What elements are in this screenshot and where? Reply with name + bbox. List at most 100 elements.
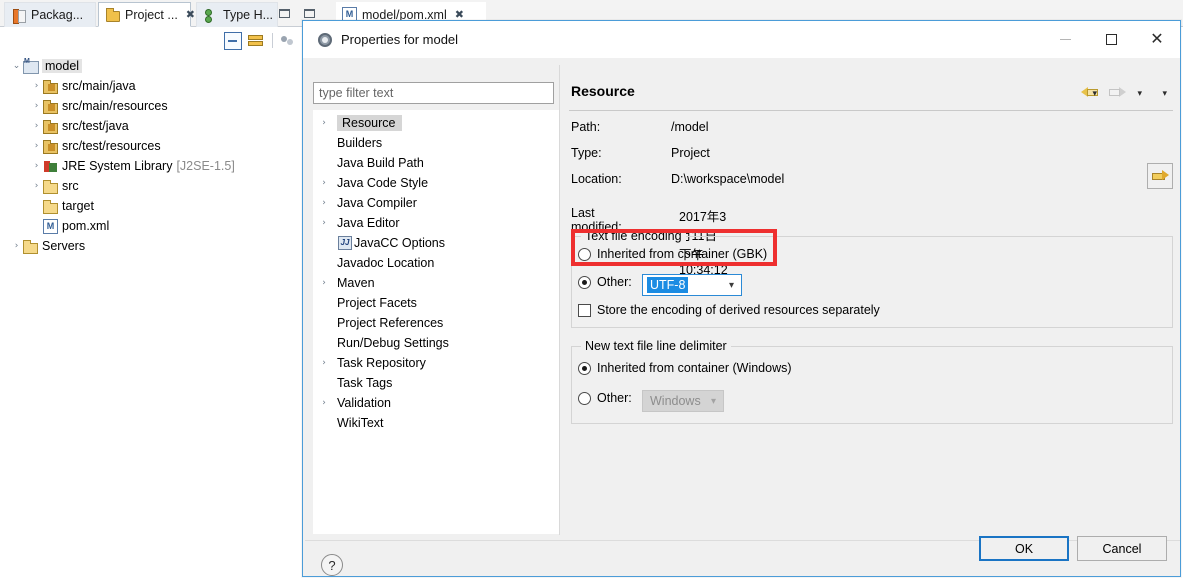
radio-icon[interactable] [578, 247, 591, 261]
page-item-label: Project Facets [337, 296, 417, 310]
page-item-project-facets[interactable]: Project Facets [314, 293, 417, 313]
chevron-right-icon[interactable]: › [314, 218, 334, 228]
tree-item-target[interactable]: target [30, 196, 94, 216]
help-button[interactable]: ? [321, 554, 343, 576]
tab-label: Project ... [125, 7, 178, 22]
tab-close-icon[interactable]: ✖ [186, 9, 195, 20]
chevron-right-icon[interactable]: › [30, 141, 43, 151]
tree-item-src-test-resources[interactable]: › src/test/resources [30, 136, 161, 156]
dialog-title-bar[interactable]: Properties for model ✕ [303, 21, 1180, 58]
tree-item-model[interactable]: ⌄ model [10, 56, 83, 76]
page-view-menu-icon[interactable]: ▾ [1162, 85, 1167, 99]
panel-divider [559, 65, 560, 535]
tree-item-label: src/main/java [62, 79, 136, 93]
property-value: D:\workspace\model [671, 172, 785, 186]
tree-item-pom-xml[interactable]: pom.xml [30, 216, 109, 236]
collapse-all-icon[interactable] [224, 32, 242, 50]
store-derived-encoding-checkbox[interactable]: Store the encoding of derived resources … [578, 303, 880, 317]
radio-label: Other: [597, 275, 632, 289]
chevron-right-icon[interactable]: › [314, 118, 334, 128]
chevron-down-icon[interactable]: ⌄ [10, 61, 23, 71]
property-key: Path: [571, 120, 601, 134]
chevron-right-icon[interactable]: › [30, 121, 43, 131]
page-item-builders[interactable]: Builders [314, 133, 382, 153]
chevron-right-icon[interactable]: › [30, 81, 43, 91]
edit-location-icon[interactable] [1147, 163, 1173, 189]
radio-icon[interactable] [578, 361, 591, 375]
delimiter-inherited-radio[interactable]: Inherited from container (Windows) [578, 361, 792, 375]
tree-item-src[interactable]: › src [30, 176, 79, 196]
page-item-label: Run/Debug Settings [337, 336, 449, 350]
page-item-label: Task Repository [337, 356, 426, 370]
chevron-right-icon[interactable]: › [30, 181, 43, 191]
tab-type-hierarchy[interactable]: Type H... [196, 2, 278, 27]
page-item-javadoc-location[interactable]: Javadoc Location [314, 253, 434, 273]
chevron-right-icon[interactable]: › [314, 198, 334, 208]
tab-project-explorer[interactable]: Project ... ✖ [98, 2, 195, 27]
forward-history-menu-icon[interactable]: ▾ [1137, 85, 1142, 99]
explorer-toolbar [0, 27, 299, 54]
chevron-right-icon[interactable]: › [30, 101, 43, 111]
encoding-inherited-radio[interactable]: Inherited from container (GBK) [578, 247, 767, 261]
checkbox-icon[interactable] [578, 303, 591, 317]
editor-tab-close-icon[interactable]: ✖ [455, 9, 464, 20]
tree-item-src-test-java[interactable]: › src/test/java [30, 116, 129, 136]
settings-page-tree[interactable]: › Resource Builders Java Build Path › Ja… [313, 110, 559, 534]
close-icon[interactable]: ✕ [1134, 21, 1180, 57]
tree-item-label: pom.xml [62, 219, 110, 233]
page-item-label: JavaCC Options [354, 236, 446, 250]
source-folder-icon [43, 139, 58, 154]
chevron-right-icon[interactable]: › [314, 178, 334, 188]
page-item-resource[interactable]: › Resource [314, 113, 402, 133]
source-folder-icon [43, 119, 58, 134]
minimize-icon[interactable] [1042, 21, 1088, 57]
chevron-down-icon[interactable]: ▾ [729, 280, 734, 291]
encoding-combo[interactable]: UTF-8 ▾ [642, 274, 742, 296]
back-history-menu-icon[interactable]: ▾ [1092, 85, 1097, 99]
dialog-title: Properties for model [341, 32, 459, 47]
chevron-right-icon[interactable]: › [30, 161, 43, 171]
tree-item-jre-system-library[interactable]: › JRE System Library [J2SE-1.5] [30, 156, 235, 176]
radio-icon[interactable] [578, 275, 591, 289]
dialog-page-list-panel: › Resource Builders Java Build Path › Ja… [305, 58, 559, 538]
chevron-right-icon[interactable]: › [314, 278, 334, 288]
page-item-wikitext[interactable]: WikiText [314, 413, 384, 433]
page-item-project-references[interactable]: Project References [314, 313, 443, 333]
page-item-validation[interactable]: › Validation [314, 393, 391, 413]
page-item-label: Java Editor [337, 216, 400, 230]
ok-button[interactable]: OK [979, 536, 1069, 561]
page-item-java-build-path[interactable]: Java Build Path [314, 153, 424, 173]
group-label: New text file line delimiter [581, 339, 731, 353]
page-item-java-editor[interactable]: › Java Editor [314, 213, 400, 233]
javacc-icon [338, 236, 352, 250]
page-item-javacc-options[interactable]: JavaCC Options [314, 233, 445, 253]
page-item-label: Javadoc Location [337, 256, 435, 270]
page-item-label: WikiText [337, 416, 384, 430]
encoding-other-radio[interactable]: Other: [578, 275, 632, 289]
page-item-task-tags[interactable]: Task Tags [314, 373, 392, 393]
maximize-icon[interactable] [1088, 21, 1134, 57]
page-item-maven[interactable]: › Maven [314, 273, 374, 293]
filter-input[interactable] [313, 82, 554, 104]
chevron-right-icon[interactable]: › [314, 398, 334, 408]
project-explorer-tree[interactable]: ⌄ model › src/main/java › src/main/resou… [0, 54, 299, 580]
chevron-right-icon[interactable]: › [314, 358, 334, 368]
view-menu-icon[interactable] [280, 32, 298, 50]
tree-item-servers[interactable]: › Servers [10, 236, 85, 256]
folder-icon [43, 179, 58, 194]
tree-item-src-main-java[interactable]: › src/main/java [30, 76, 136, 96]
chevron-right-icon[interactable]: › [10, 241, 23, 251]
radio-icon[interactable] [578, 391, 591, 405]
tab-package-explorer[interactable]: Packag... [4, 2, 96, 27]
delimiter-other-radio[interactable]: Other: [578, 391, 632, 405]
group-label: Text file encoding [581, 229, 686, 243]
page-item-task-repository[interactable]: › Task Repository [314, 353, 426, 373]
page-item-java-code-style[interactable]: › Java Code Style [314, 173, 428, 193]
package-explorer-icon [11, 8, 26, 24]
cancel-button[interactable]: Cancel [1077, 536, 1167, 561]
link-with-editor-icon[interactable] [247, 32, 265, 50]
page-item-run-debug-settings[interactable]: Run/Debug Settings [314, 333, 449, 353]
tree-item-src-main-resources[interactable]: › src/main/resources [30, 96, 168, 116]
page-item-java-compiler[interactable]: › Java Compiler [314, 193, 417, 213]
radio-label: Inherited from container (Windows) [597, 361, 792, 375]
